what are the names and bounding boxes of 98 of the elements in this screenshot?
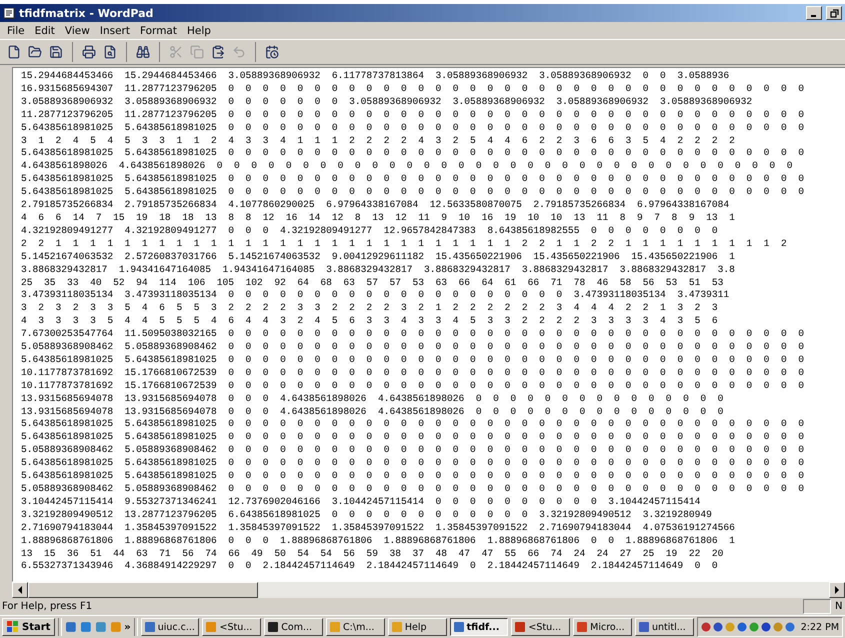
taskbar-button[interactable]: <Stu... [202, 618, 262, 636]
text-line: 16.9315685694307 11.2877123796205 0 0 0 0 0 0 0 0 0 0 0 0 0 0 0 0 0 0 0 0 0 0 0 0 0 0 0 0 0 0 0 0 0 0 [21, 82, 805, 96]
clock: 2:22 PM [800, 622, 840, 632]
text-line: 4 6 6 14 7 15 19 18 18 13 8 8 12 16 14 12 8 13 12 11 9 10 16 19 10 10 13 11 8 9 7 8 9 13 1 [21, 212, 736, 225]
wordpad-icon [3, 7, 15, 19]
print-preview-icon [103, 45, 117, 59]
text-line: 4.32192809491277 4.32192809491277 0 0 0 4.32192809491277 12.9657842847383 8.64385618982555 0 0 0 0 0 0 0 0 [21, 224, 719, 238]
new-file-icon [7, 45, 21, 59]
taskbar-button[interactable]: Help [388, 618, 447, 636]
app-icon [206, 622, 216, 632]
right-arrow-icon [834, 586, 840, 594]
text-line: 3.05889368906932 3.05889368906932 0 0 0 0 0 0 0 3.05889368906932 3.05889368906932 3.05889368906932 3.05889368906932 [21, 96, 754, 109]
status-indicator: N [835, 601, 843, 612]
text-line: 5.64385618981025 5.64385618981025 0 0 0 0 0 0 0 0 0 0 0 0 0 0 0 0 0 0 0 0 0 0 0 0 0 0 0 0 0 0 0 0 0 0 [21, 122, 805, 135]
start-button[interactable]: Start [2, 618, 56, 636]
status-text: For Help, press F1 [2, 601, 94, 612]
text-line: 3.10442457115414 9.55327371346241 12.7376902046166 3.10442457115414 0 0 0 0 0 0 0 0 0 0 3.10442457115414 [21, 496, 702, 509]
scissors-icon [169, 45, 183, 59]
text-line: 5.64385618981025 5.64385618981025 0 0 0 0 0 0 0 0 0 0 0 0 0 0 0 0 0 0 0 0 0 0 0 0 0 0 0 0 0 0 0 0 0 0 [21, 354, 805, 367]
left-arrow-icon [17, 586, 23, 594]
app-icon [144, 622, 155, 632]
text-line: 4.6438561898026 4.6438561898026 0 0 0 0 0 0 0 0 0 0 0 0 0 0 0 0 0 0 0 0 0 0 0 0 0 0 0 0 0 0 0 0 0 0 [21, 160, 794, 174]
text-line: 5.64385618981025 5.64385618981025 0 0 0 0 0 0 0 0 0 0 0 0 0 0 0 0 0 0 0 0 0 0 0 0 0 0 0 0 0 0 0 0 0 0 [21, 457, 805, 470]
menu-item[interactable]: Insert [94, 24, 135, 36]
app-icon [268, 622, 278, 632]
text-line: 2 2 1 1 1 1 1 1 1 1 1 1 1 1 1 1 1 1 1 1 1 1 1 1 1 1 1 1 1 2 2 1 1 2 2 1 1 1 1 1 1 1 1 1 2 [21, 238, 788, 251]
tray-icon[interactable] [784, 622, 795, 632]
text-line: 5.64385618981025 5.64385618981025 0 0 0 0 0 0 0 0 0 0 0 0 0 0 0 0 0 0 0 0 0 0 0 0 0 0 0 0 0 0 0 0 0 0 [21, 431, 805, 444]
undo-icon [232, 45, 246, 59]
text-line: 4 3 3 3 3 5 4 4 5 5 5 4 6 4 4 3 2 4 5 6 3 3 4 3 3 4 5 3 3 2 2 2 2 3 3 3 3 4 3 5 6 [21, 315, 719, 328]
text-line: 5.64385618981025 5.64385618981025 0 0 0 0 0 0 0 0 0 0 0 0 0 0 0 0 0 0 0 0 0 0 0 0 0 0 0 0 0 0 0 0 0 0 [21, 147, 805, 160]
paste-icon [211, 45, 225, 59]
app-icon [638, 622, 649, 632]
text-line: 5.64385618981025 5.64385618981025 0 0 0 0 0 0 0 0 0 0 0 0 0 0 0 0 0 0 0 0 0 0 0 0 0 0 0 0 0 0 0 0 0 0 [21, 470, 805, 483]
taskbar-button[interactable]: Micro... [573, 618, 632, 636]
text-line: 3.47393118035134 3.47393118035134 0 0 0 0 0 0 0 0 0 0 0 0 0 0 0 0 0 0 0 0 3.47393118035134 3.4739311 [21, 289, 730, 302]
taskbar-button[interactable]: <Stu... [511, 618, 570, 636]
text-line: 5.05889368908462 5.05889368908462 0 0 0 0 0 0 0 0 0 0 0 0 0 0 0 0 0 0 0 0 0 0 0 0 0 0 0 0 0 0 0 0 0 0 [21, 483, 805, 496]
taskbar-button[interactable]: Com... [264, 618, 324, 636]
restore-button[interactable] [826, 6, 842, 20]
taskbar-button[interactable]: tfidf... [450, 618, 508, 636]
scroll-thumb[interactable] [28, 582, 258, 598]
text-line: 5.14521674063532 2.57260837031766 5.14521674063532 9.00412929611182 15.435650221906 15.435650221906 15.435650221906 1 [21, 250, 736, 264]
app-icon [454, 622, 464, 632]
text-line: 3.8868329432817 1.94341647164085 1.94341647164085 3.8868329432817 3.8868329432817 3.8868329432817 3.8868329432817 3.8 [21, 264, 736, 276]
document-area[interactable] [12, 67, 845, 582]
menu-item[interactable]: Edit [30, 24, 60, 36]
window-title: tfidfmatrix - WordPad [19, 6, 154, 20]
text-line: 7.67300253547764 11.5095038032165 0 0 0 0 0 0 0 0 0 0 0 0 0 0 0 0 0 0 0 0 0 0 0 0 0 0 0 0 0 0 0 0 0 0 [21, 328, 805, 342]
horizontal-scrollbar[interactable] [12, 582, 845, 598]
text-line: 13.9315685694078 13.9315685694078 0 0 0 4.6438561898026 4.6438561898026 0 0 0 0 0 0 0 0 0 0 0 0 0 0 0 [21, 392, 724, 406]
flag-icon [7, 621, 19, 633]
text-line: 5.64385618981025 5.64385618981025 0 0 0 0 0 0 0 0 0 0 0 0 0 0 0 0 0 0 0 0 0 0 0 0 0 0 0 0 0 0 0 0 0 0 [21, 173, 805, 186]
text-line: 10.1177873781692 15.1766810672539 0 0 0 0 0 0 0 0 0 0 0 0 0 0 0 0 0 0 0 0 0 0 0 0 0 0 0 0 0 0 0 0 0 0 [21, 380, 805, 393]
menu-item[interactable]: Help [182, 24, 216, 36]
tray-icon[interactable] [712, 622, 723, 632]
binoculars-icon [136, 45, 150, 59]
text-line: 2.79185735266834 2.79185735266834 4.1077860290025 6.97964338167084 12.5633580870075 2.79185735266834 6.97964338167084 [21, 199, 730, 212]
scroll-left-button[interactable] [12, 582, 28, 598]
status-panel [803, 599, 831, 614]
scroll-right-button[interactable] [829, 582, 845, 598]
minimize-button[interactable] [806, 6, 822, 20]
text-line: 25 35 33 40 52 94 114 106 105 102 92 64 68 63 57 57 53 63 66 64 61 66 71 78 46 58 56 53 51 53 [21, 276, 724, 290]
save-icon [49, 45, 63, 59]
tray-icon[interactable] [700, 622, 711, 632]
text-line: 2.71690794183044 1.35845397091522 1.35845397091522 1.35845397091522 1.35845397091522 2.71690794183044 4.07536191274566 [21, 522, 736, 535]
text-line: 11.2877123796205 11.2877123796205 0 0 0 0 0 0 0 0 0 0 0 0 0 0 0 0 0 0 0 0 0 0 0 0 0 0 0 0 0 0 0 0 0 0 [21, 108, 805, 122]
app-icon [330, 622, 340, 632]
folder-icon [28, 45, 42, 59]
text-line: 3 2 3 2 3 3 5 4 6 5 5 3 2 2 2 2 3 3 2 2 2 2 3 2 1 2 2 2 2 2 2 3 4 4 4 2 2 1 3 2 3 [21, 302, 719, 316]
text-line: 13.9315685694078 13.9315685694078 0 0 0 4.6438561898026 4.6438561898026 0 0 0 0 0 0 0 0 0 0 0 0 0 0 0 [21, 406, 724, 418]
app-icon [577, 622, 588, 632]
app-icon [392, 622, 402, 632]
taskbar-button[interactable]: C:\m... [326, 618, 385, 636]
copy-icon [190, 45, 204, 59]
restore-icon [830, 8, 838, 18]
printer-icon [82, 45, 96, 59]
menu-item[interactable]: File [2, 24, 30, 36]
text-line: 13 15 36 51 44 63 71 56 74 66 49 50 54 54 56 59 38 37 48 47 47 55 66 74 24 24 27 25 19 22 20 [21, 548, 724, 560]
more-button[interactable]: » [124, 622, 131, 632]
taskbar-button[interactable]: untitl... [634, 618, 694, 636]
text-line: 5.05889368908462 5.05889368908462 0 0 0 0 0 0 0 0 0 0 0 0 0 0 0 0 0 0 0 0 0 0 0 0 0 0 0 0 0 0 0 0 0 0 [21, 444, 805, 458]
text-line: 15.2944684453466 15.2944684453466 3.05889368906932 6.11778737813864 3.05889368906932 3.05889368906932 0 0 3.0588936 [21, 70, 730, 83]
tray-icon[interactable] [760, 622, 771, 632]
menu-item[interactable]: Format [134, 24, 182, 36]
text-line: 1.88896868761806 1.88896868761806 0 0 0 1.88896868761806 1.88896868761806 1.88896868761806 0 0 1.88896868761806 1 [21, 534, 736, 548]
text-line: 5.64385618981025 5.64385618981025 0 0 0 0 0 0 0 0 0 0 0 0 0 0 0 0 0 0 0 0 0 0 0 0 0 0 0 0 0 0 0 0 0 0 [21, 186, 805, 200]
text-line: 6.55327371343946 4.36884914229297 0 0 2.18442457114649 2.18442457114649 0 2.18442457114649 2.18442457114649 0 0 [21, 560, 719, 574]
taskbar-button[interactable]: uiuc.c... [140, 618, 200, 636]
text-line: 3 1 2 4 5 4 5 3 3 1 1 2 4 3 3 4 1 1 1 2 2 2 2 4 3 2 5 4 4 6 2 2 3 6 6 3 5 4 2 2 2 2 [21, 134, 736, 148]
app-icon [515, 622, 526, 632]
menu-item[interactable]: View [60, 24, 95, 36]
calendar-clock-icon [265, 45, 279, 59]
text-line: 5.05889368908462 5.05889368908462 0 0 0 0 0 0 0 0 0 0 0 0 0 0 0 0 0 0 0 0 0 0 0 0 0 0 0 0 0 0 0 0 0 0 [21, 341, 805, 354]
text-line: 5.64385618981025 5.64385618981025 0 0 0 0 0 0 0 0 0 0 0 0 0 0 0 0 0 0 0 0 0 0 0 0 0 0 0 0 0 0 0 0 0 0 [21, 418, 805, 432]
text-line: 3.32192809490512 13.2877123796205 6.64385618981025 0 0 0 0 0 0 0 0 0 0 0 0 3.32192809490512 3.3219280949 [21, 508, 713, 522]
text-line: 10.1177873781692 15.1766810672539 0 0 0 0 0 0 0 0 0 0 0 0 0 0 0 0 0 0 0 0 0 0 0 0 0 0 0 0 0 0 0 0 0 0 [21, 366, 805, 380]
tray-icon[interactable] [736, 622, 747, 632]
